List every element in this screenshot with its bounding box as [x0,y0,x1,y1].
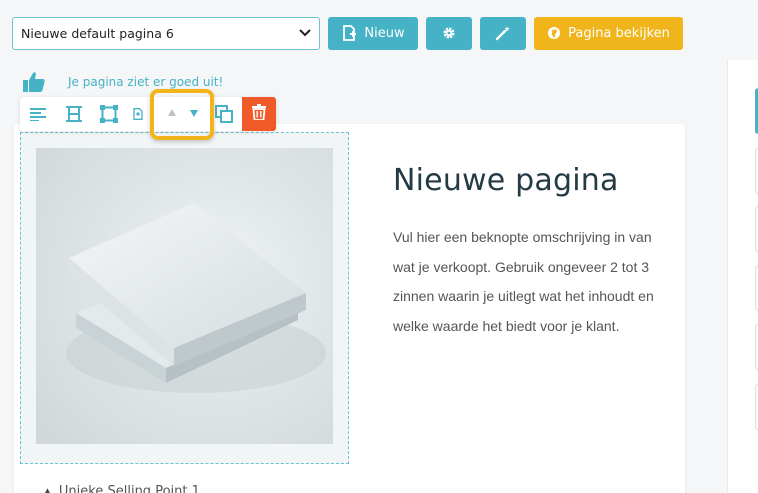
view-page-button[interactable]: Pagina bekijken [534,16,683,50]
chevron-down-icon [299,26,311,40]
caret-up-icon: ▲ [44,486,51,493]
resize-height-icon[interactable] [64,104,84,124]
thumbs-up-icon [22,71,46,93]
new-page-button[interactable]: Nieuw [328,16,418,50]
add-block-icon[interactable] [132,104,144,124]
settings-button[interactable] [426,16,472,50]
align-text-icon[interactable] [28,104,48,124]
page-description[interactable]: Vul hier een beknopte omschrijving in va… [393,223,665,341]
product-image[interactable] [36,148,333,444]
side-panel [727,60,758,493]
page-feedback: Je pagina ziet er goed uit! [22,71,223,93]
book-illustration [36,148,333,444]
block-toolbar [20,97,276,131]
usp-item[interactable]: ▲ Unieke Selling Point 1 [44,484,200,493]
top-toolbar: Nieuwe default pagina 6 Nieuw Pagina bek… [12,16,683,50]
delete-block-button[interactable] [242,97,276,131]
trash-icon [252,104,266,124]
feedback-message: Je pagina ziet er goed uit! [68,75,224,89]
usp-text: Unieke Selling Point 1 [58,484,200,493]
view-page-label: Pagina bekijken [568,25,670,41]
globe-icon [547,26,561,40]
duplicate-icon[interactable] [214,104,234,124]
magic-wand-button[interactable] [480,16,526,50]
gear-icon [442,26,456,40]
page-select-value: Nieuwe default pagina 6 [21,25,174,41]
new-page-label: Nieuw [364,25,405,41]
page-select[interactable]: Nieuwe default pagina 6 [12,16,320,50]
page-title[interactable]: Nieuwe pagina [393,163,619,198]
magic-wand-icon [495,25,511,41]
move-controls-highlight [150,89,214,140]
resize-frame-icon[interactable] [99,104,119,124]
add-page-icon [341,25,357,41]
